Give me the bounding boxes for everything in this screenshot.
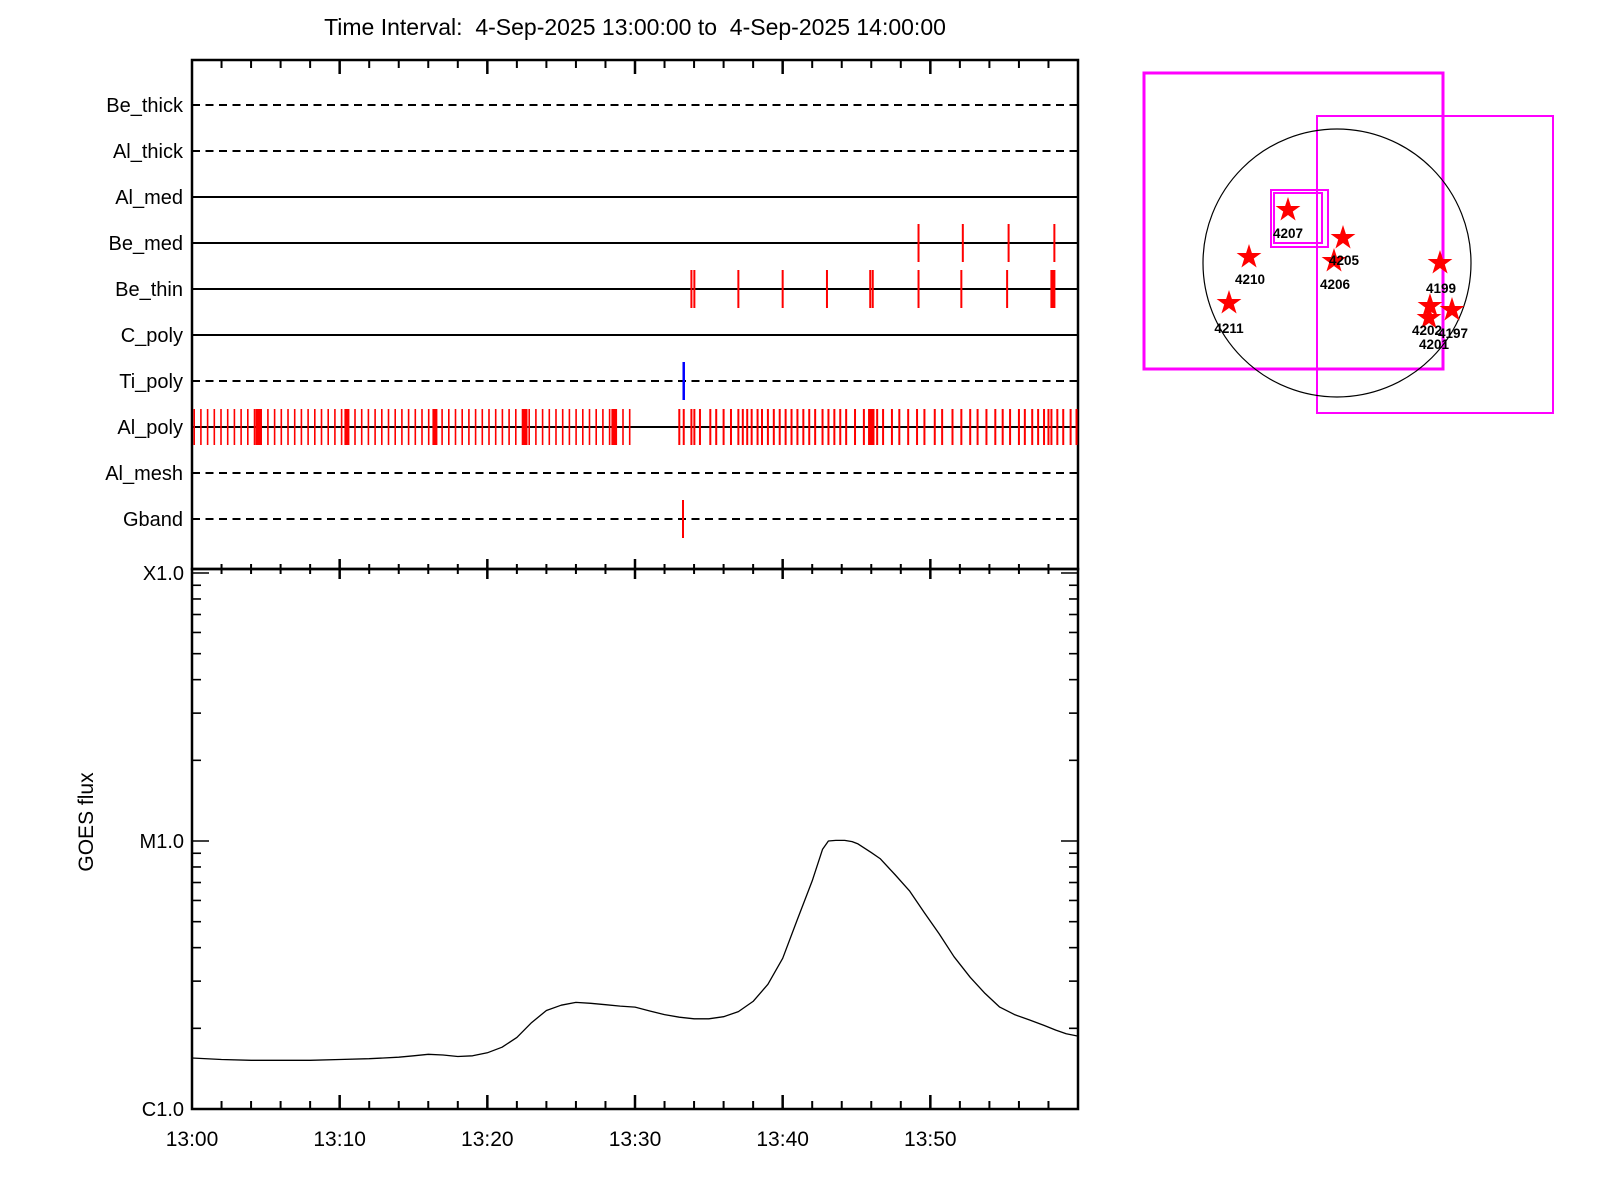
- filter-label-Al_thick: Al_thick: [113, 141, 184, 163]
- active-region-label: 4211: [1214, 321, 1244, 336]
- time-axis-ticks: [220, 60, 1050, 1109]
- active-region-label: 4205: [1329, 253, 1360, 268]
- active-region-star: [1236, 244, 1262, 268]
- goes-xtick-label: 13:00: [166, 1128, 219, 1151]
- time-interval-title: Time Interval: 4-Sep-2025 13:00:00 to 4-…: [324, 14, 946, 40]
- goes-panel-frame: [190, 567, 1080, 1111]
- goes-xtick-label: 13:40: [756, 1128, 809, 1151]
- goes-ytick-label: C1.0: [142, 1099, 184, 1121]
- filter-rows: [192, 104, 1078, 538]
- filter-label-Be_thick: Be_thick: [106, 95, 184, 117]
- filter-label-C_poly: C_poly: [121, 325, 183, 347]
- active-region-label: 4199: [1426, 281, 1456, 296]
- active-region-label: 4197: [1438, 326, 1468, 341]
- active-region-star: [1330, 225, 1356, 249]
- xrt-fov-box: [1142, 71, 1445, 371]
- filter-row-Be_thin: [192, 270, 1078, 308]
- plot-canvas: Be_thick Al_thick Al_med Be_med Be_thin C_pol…: [75, 58, 1554, 1151]
- active-region-star: [1216, 290, 1242, 314]
- filter-row-Be_med: [192, 224, 1078, 262]
- active-region-label: 4206: [1320, 277, 1351, 292]
- filter-label-Ti_poly: Ti_poly: [119, 371, 183, 393]
- goes-xtick-label: 13:10: [313, 1128, 366, 1151]
- panel-frames: [190, 58, 1080, 1111]
- goes-ytick-label: X1.0: [143, 563, 184, 585]
- filter-label-Al_mesh: Al_mesh: [105, 463, 183, 485]
- active-region-star: [1427, 250, 1453, 274]
- filter-label-Al_poly: Al_poly: [117, 417, 183, 439]
- filter-row-Al_poly: [192, 409, 1078, 445]
- goes-xtick-label: 13:20: [461, 1128, 514, 1151]
- goes-xtick-label: 13:50: [904, 1128, 957, 1151]
- active-region-star: [1275, 197, 1301, 221]
- goes-xtick-label: 13:30: [609, 1128, 662, 1151]
- sun-map: [1142, 71, 1554, 414]
- goes-flux-curve: [191, 839, 1079, 1061]
- filter-label-Gband: Gband: [123, 509, 183, 531]
- timeline-panel-frame: [190, 58, 1080, 571]
- active-region-label: 4207: [1273, 226, 1303, 241]
- goes-log-ticks: [192, 572, 1078, 1030]
- active-region-label: 4210: [1235, 272, 1265, 287]
- goes-y-axis-title: GOES flux: [75, 772, 98, 872]
- filter-row-Gband: [192, 500, 1078, 538]
- filter-label-Be_med: Be_med: [109, 233, 184, 255]
- goes-ytick-label: M1.0: [140, 831, 184, 853]
- filter-label-Be_thin: Be_thin: [115, 279, 183, 301]
- filter-label-Al_med: Al_med: [115, 187, 183, 209]
- xrt-goes-planning-figure: Time Interval: 4-Sep-2025 13:00:00 to 4-…: [0, 0, 1600, 1200]
- filter-row-Ti_poly: [192, 362, 1078, 400]
